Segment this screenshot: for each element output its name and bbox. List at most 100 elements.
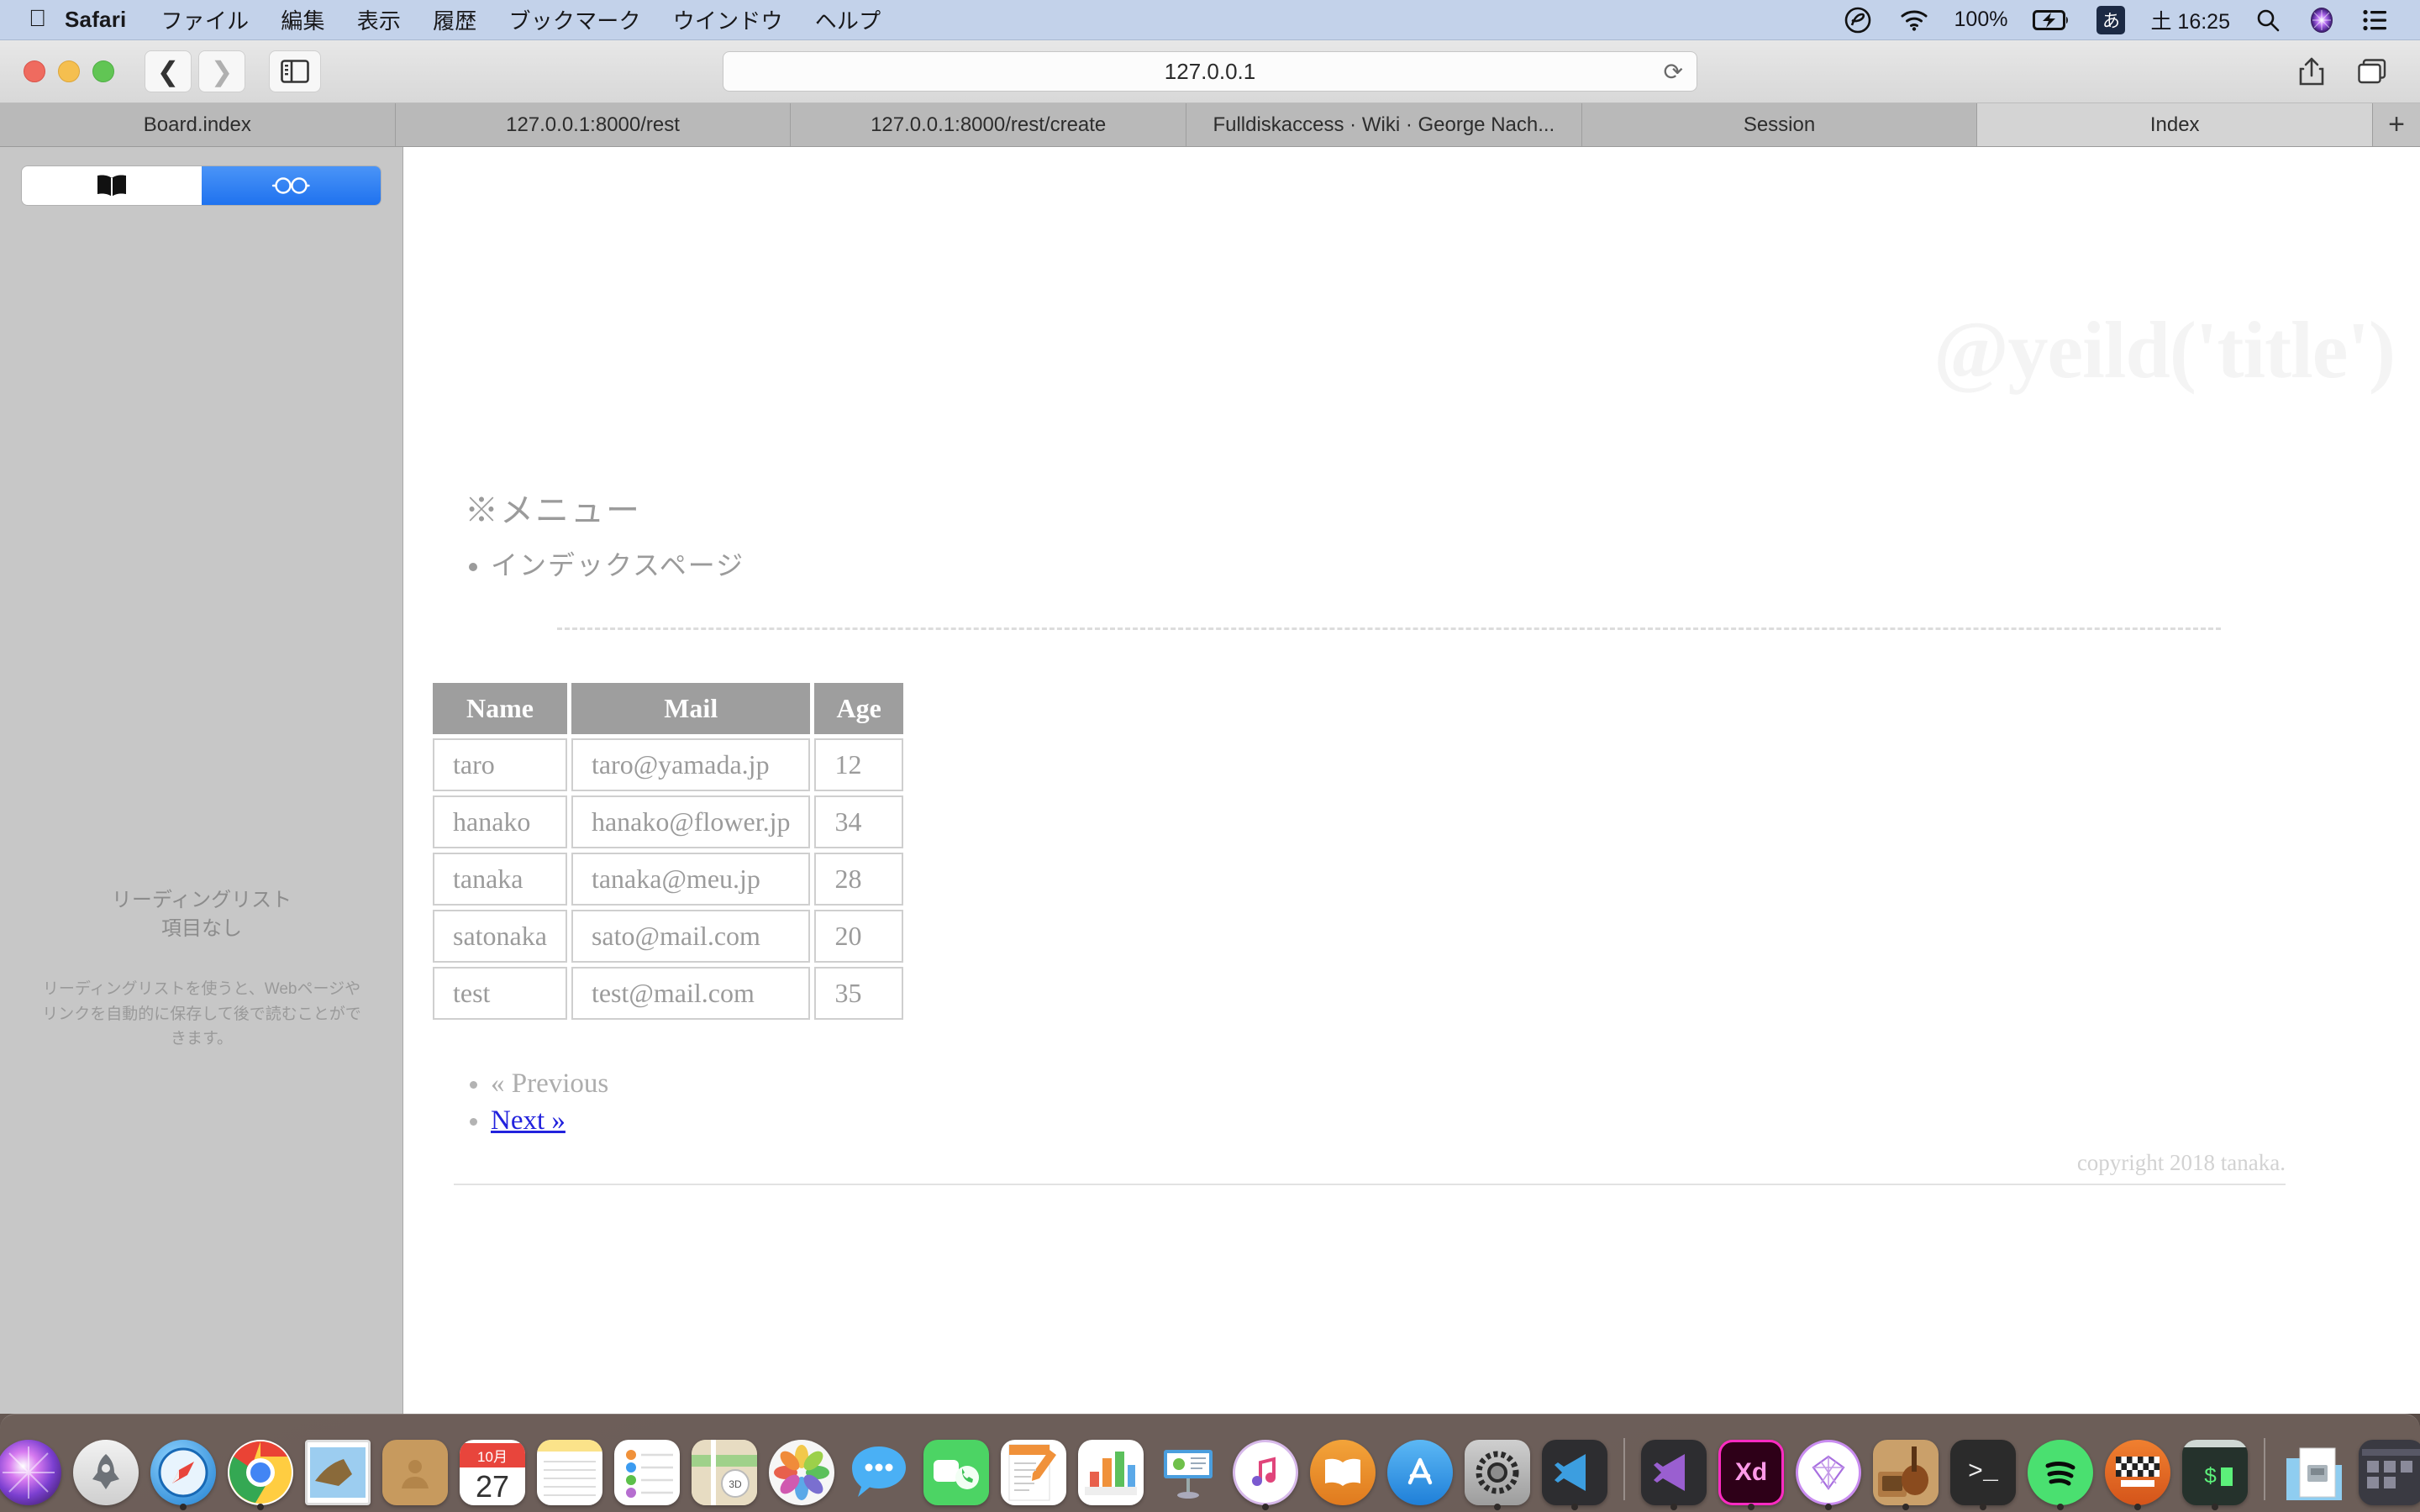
dock-item-numbers[interactable] <box>1075 1436 1147 1509</box>
list-item: « Previous <box>491 1066 2302 1103</box>
sidebar-tab-bookmarks[interactable] <box>22 166 202 205</box>
input-source-icon[interactable]: あ <box>2083 5 2139 34</box>
menu-item-history[interactable]: 履歴 <box>417 4 492 35</box>
tab-label: Session <box>1743 113 1816 136</box>
tab-label: 127.0.0.1:8000/rest <box>506 113 680 136</box>
tab-rest-create[interactable]: 127.0.0.1:8000/rest/create <box>791 103 1187 146</box>
column-header-name: Name <box>433 683 567 734</box>
sidebar-tab-reading-list[interactable] <box>201 166 381 205</box>
menu-item-label: インデックスページ <box>491 550 745 580</box>
next-page-link[interactable]: Next » <box>491 1105 566 1136</box>
dock-item-terminal[interactable]: $ <box>2179 1436 2251 1509</box>
copyright-label: copyright 2018 tanaka. <box>2076 1149 2286 1175</box>
new-tab-button[interactable]: + <box>2373 103 2420 146</box>
photos-icon <box>769 1440 834 1505</box>
adobe-xd-icon: Xd <box>1718 1440 1784 1505</box>
menu-item-bookmarks[interactable]: ブックマーク <box>493 4 657 35</box>
macos-menu-bar:  Safari ファイル 編集 表示 履歴 ブックマーク ウインドウ ヘルプ … <box>0 0 2420 40</box>
dock-item-system-preferences[interactable] <box>1461 1436 1534 1509</box>
dock-item-vscode-insiders[interactable] <box>1638 1436 1710 1509</box>
menu-item-help[interactable]: ヘルプ <box>799 4 897 35</box>
dock-item-mail[interactable] <box>302 1436 374 1509</box>
keyboard-maestro-icon <box>2105 1440 2170 1505</box>
dock-item-pages[interactable] <box>997 1436 1070 1509</box>
dock-item-keyboard-maestro[interactable] <box>2102 1436 2174 1509</box>
menu-item-view[interactable]: 表示 <box>341 4 417 35</box>
reading-list-empty-title: リーディングリスト <box>111 889 292 911</box>
dock-item-iterm[interactable]: >_ <box>1947 1436 2019 1509</box>
menu-item-edit[interactable]: 編集 <box>265 4 340 35</box>
address-bar[interactable]: 127.0.0.1 ⟳ <box>723 51 1697 92</box>
dock-item-sketch[interactable] <box>1792 1436 1865 1509</box>
dock-item-adobe-xd[interactable]: Xd <box>1715 1436 1787 1509</box>
dock-item-downloads-stack[interactable] <box>2278 1436 2350 1509</box>
list-item[interactable]: Next » <box>491 1103 2302 1140</box>
reload-icon[interactable]: ⟳ <box>1664 58 1683 86</box>
dock-item-launchpad[interactable] <box>70 1436 142 1509</box>
dock-item-app-store[interactable] <box>1384 1436 1456 1509</box>
table-header-row: Name Mail Age <box>433 683 903 734</box>
cell-age: 28 <box>814 853 903 906</box>
close-window-button[interactable] <box>24 60 45 82</box>
notes-icon <box>537 1440 602 1505</box>
menu-item-file[interactable]: ファイル <box>145 4 265 35</box>
zoom-window-button[interactable] <box>92 60 114 82</box>
dock-item-itunes[interactable] <box>1229 1436 1302 1509</box>
garageband-icon <box>1873 1440 1939 1505</box>
sidebar-toggle-button[interactable] <box>269 50 321 92</box>
dock-item-keynote[interactable] <box>1152 1436 1224 1509</box>
dock-item-chrome[interactable] <box>224 1436 297 1509</box>
dock-item-safari[interactable] <box>147 1436 219 1509</box>
siri-icon[interactable] <box>2294 6 2349 34</box>
apple-logo-icon[interactable]:  <box>29 6 65 34</box>
dock-item-photos[interactable] <box>765 1436 838 1509</box>
dock-item-vscode[interactable] <box>1539 1436 1611 1509</box>
dock-item-messages[interactable] <box>843 1436 915 1509</box>
dock-item-contacts[interactable] <box>379 1436 451 1509</box>
window-controls <box>0 60 114 82</box>
dock-item-recent-apps-stack[interactable] <box>2355 1436 2420 1509</box>
dock-item-books[interactable] <box>1307 1436 1379 1509</box>
tab-fulldiskaccess-wiki[interactable]: Fulldiskaccess · Wiki · George Nach... <box>1186 103 1582 146</box>
safari-sidebar: リーディングリスト 項目なし リーディングリストを使うと、Webページやリンクを… <box>0 147 403 1414</box>
dock-item-notes[interactable] <box>534 1436 606 1509</box>
control-center-icon[interactable] <box>2349 9 2402 31</box>
dock-separator <box>1623 1438 1625 1500</box>
spotify-icon <box>2028 1440 2093 1505</box>
section-divider <box>557 627 2221 630</box>
reading-list-empty-description: リーディングリストを使うと、Webページやリンクを自動的に保存して後で読むことが… <box>42 980 361 1048</box>
list-item[interactable]: インデックスページ <box>491 545 2302 585</box>
tab-label: Board.index <box>143 113 251 136</box>
dock-item-maps[interactable]: 3D <box>688 1436 760 1509</box>
numbers-icon <box>1078 1440 1144 1505</box>
dock-item-facetime[interactable] <box>920 1436 992 1509</box>
dock-item-garageband[interactable] <box>1870 1436 1942 1509</box>
wifi-icon[interactable] <box>1886 8 1943 32</box>
tab-session[interactable]: Session <box>1581 103 1978 146</box>
dock-item-calendar[interactable]: 10月 27 <box>456 1436 529 1509</box>
back-button[interactable]: ❮ <box>145 50 192 92</box>
menu-bar-clock[interactable]: 土 16:25 <box>2139 5 2242 35</box>
tabs-overview-icon[interactable] <box>2353 52 2391 91</box>
menu-item-safari[interactable]: Safari <box>65 7 145 33</box>
battery-charging-icon[interactable] <box>2019 9 2083 31</box>
dock-item-spotify[interactable] <box>2024 1436 2096 1509</box>
dock-item-reminders[interactable] <box>611 1436 683 1509</box>
iterm-icon: >_ <box>1950 1440 2016 1505</box>
share-icon[interactable] <box>2292 52 2331 91</box>
tab-board-index[interactable]: Board.index <box>0 103 396 146</box>
tab-rest[interactable]: 127.0.0.1:8000/rest <box>395 103 792 146</box>
table-row: taro taro@yamada.jp 12 <box>433 738 903 791</box>
page-title: ※メニュー <box>465 491 641 529</box>
forward-button[interactable]: ❯ <box>198 50 245 92</box>
facetime-icon <box>923 1440 989 1505</box>
tab-index[interactable]: Index <box>1977 103 2374 146</box>
column-header-age: Age <box>814 683 903 734</box>
creative-cloud-icon[interactable] <box>1830 6 1886 34</box>
search-icon[interactable] <box>2242 8 2294 33</box>
minimize-window-button[interactable] <box>58 60 80 82</box>
dock-item-siri[interactable] <box>0 1436 65 1509</box>
svg-text:3D: 3D <box>729 1478 742 1490</box>
menu-item-window[interactable]: ウインドウ <box>657 4 799 35</box>
reading-list-empty-state: リーディングリスト 項目なし リーディングリストを使うと、Webページやリンクを… <box>0 886 403 1051</box>
